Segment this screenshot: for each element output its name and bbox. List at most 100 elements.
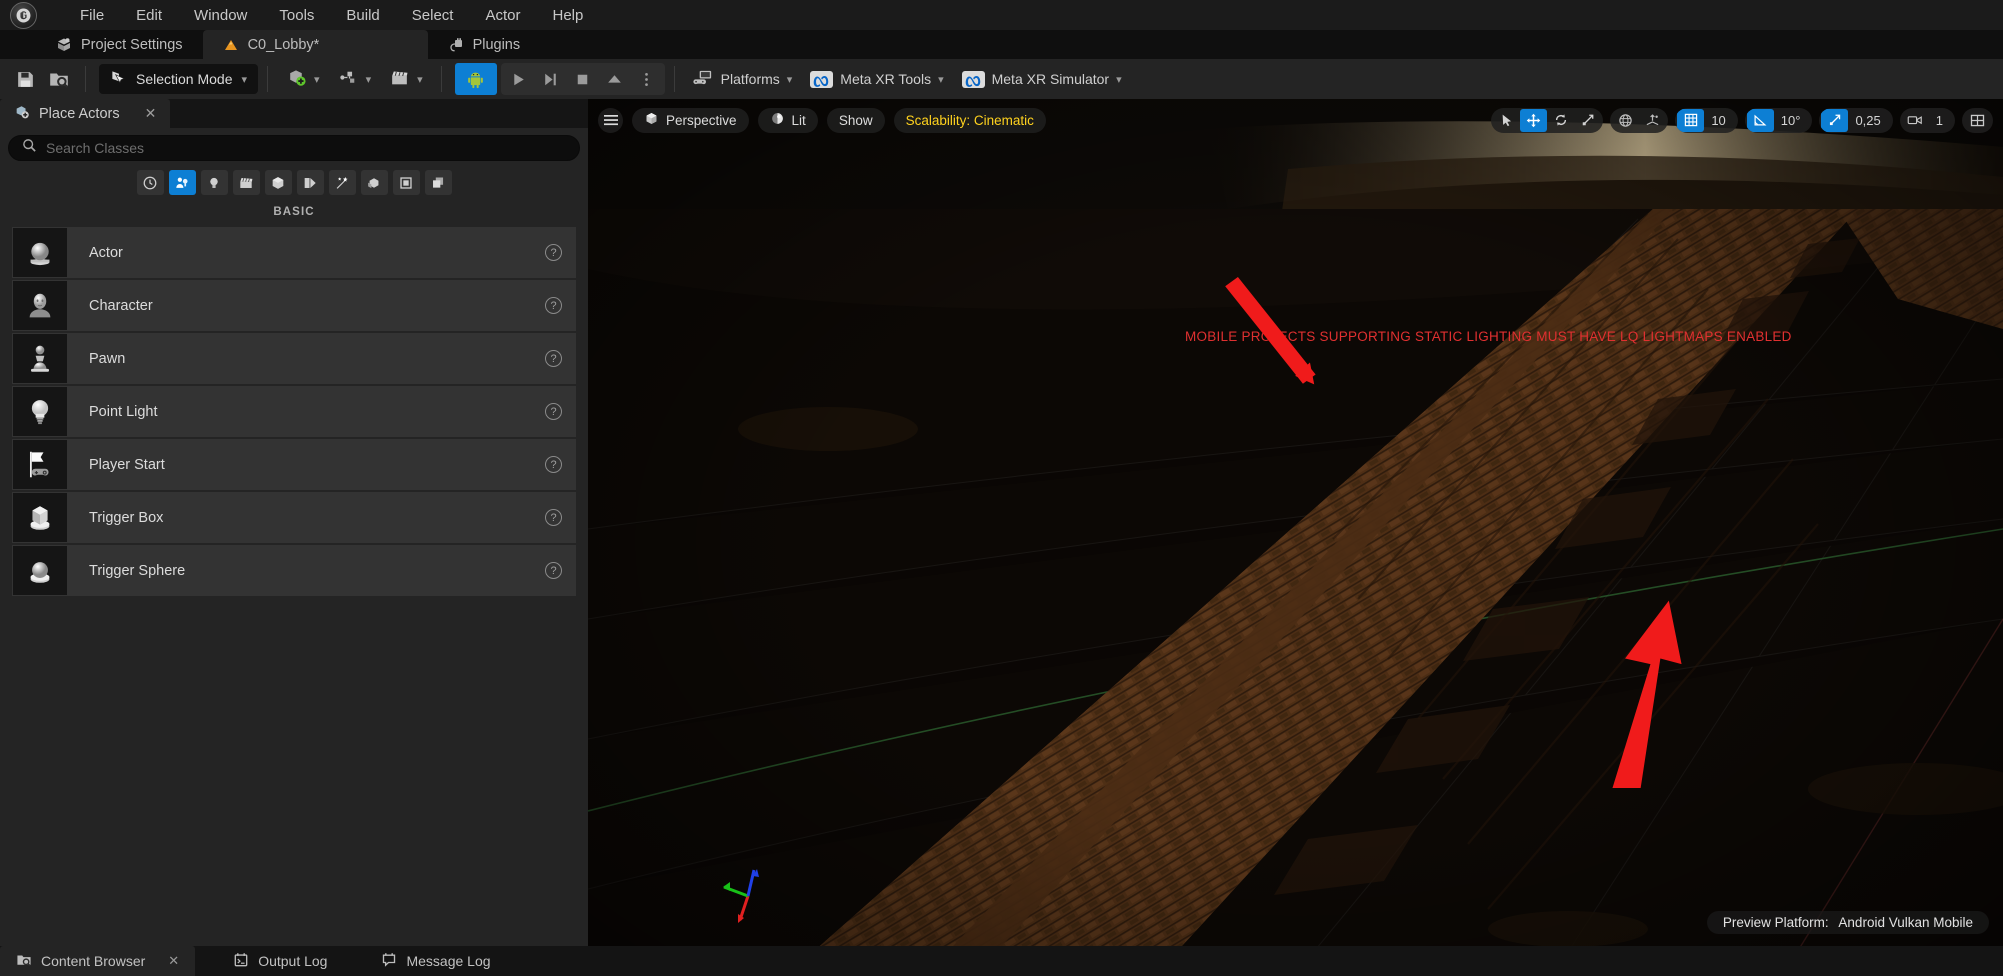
tab-output-log[interactable]: Output Log [217, 946, 343, 976]
status-tab-label: Message Log [406, 953, 491, 969]
show-menu-button[interactable]: Show [826, 107, 885, 133]
meta-xr-tools-button[interactable]: Meta XR Tools ▾ [801, 64, 952, 94]
grid-snap-value[interactable]: 10 [1704, 113, 1735, 128]
stop-button[interactable] [567, 64, 599, 94]
tab-project-settings[interactable]: Project Settings [0, 30, 203, 59]
help-icon[interactable]: ? [545, 562, 562, 579]
selection-mode-button[interactable]: Selection Mode ▾ [99, 64, 259, 94]
menu-edit[interactable]: Edit [120, 3, 178, 28]
tab-label: Project Settings [81, 36, 183, 53]
cube-icon[interactable] [264, 170, 292, 195]
message-log-icon [381, 952, 397, 971]
browse-content-button[interactable] [42, 64, 76, 94]
tab-content-browser[interactable]: Content Browser ✕ [0, 946, 196, 976]
more-options-button[interactable] [631, 64, 663, 94]
blueprints-icon [338, 67, 359, 91]
platforms-button[interactable]: Platforms ▾ [684, 64, 802, 94]
help-icon[interactable]: ? [545, 509, 562, 526]
status-tab-label: Output Log [258, 953, 328, 969]
menu-file[interactable]: File [64, 3, 120, 28]
add-actor-button[interactable]: ▾ [277, 64, 329, 94]
help-icon[interactable]: ? [545, 456, 562, 473]
surface-snap-icon[interactable] [1639, 109, 1666, 132]
rotate-icon[interactable] [1547, 109, 1574, 132]
static-lighting-warning: MOBILE PROJECTS SUPPORTING STATIC LIGHTI… [1185, 329, 1792, 344]
list-item-pawn[interactable]: Pawn ? [12, 333, 576, 384]
menu-tools[interactable]: Tools [263, 3, 330, 28]
angle-snap-icon[interactable] [1746, 108, 1774, 132]
tab-c0-lobby[interactable]: C0_Lobby* [202, 30, 428, 59]
search-box[interactable] [8, 135, 580, 161]
cinematics-button[interactable]: ▾ [380, 64, 432, 94]
recently-placed-icon[interactable] [136, 170, 164, 195]
meta-xr-simulator-button[interactable]: Meta XR Simulator ▾ [953, 64, 1131, 94]
editor-body: Place Actors ✕ Search Classes BASIC Acto… [0, 99, 2003, 946]
tab-message-log[interactable]: Message Log [365, 946, 506, 976]
list-item-trigger-box[interactable]: Trigger Box ? [12, 492, 576, 543]
content-browser-icon [16, 952, 32, 971]
scale-snap-value[interactable]: 0,25 [1848, 113, 1890, 128]
camera-mode-button[interactable]: Perspective [632, 107, 749, 133]
light-bulb-icon[interactable] [200, 170, 228, 195]
tab-plugins[interactable]: Plugins [428, 30, 541, 59]
basic-shapes-icon[interactable] [168, 170, 196, 195]
viewport-toolbar: Perspective Lit Show Scalability: Cinema… [598, 107, 1993, 133]
camera-speed-icon[interactable] [1902, 109, 1929, 132]
globe-icon[interactable] [1612, 109, 1639, 132]
menu-select[interactable]: Select [396, 3, 470, 28]
list-item-character[interactable]: Character ? [12, 280, 576, 331]
eject-button[interactable] [599, 64, 631, 94]
meta-xr-simulator-label: Meta XR Simulator [991, 71, 1110, 87]
cursor-arrow-icon[interactable] [1493, 109, 1520, 132]
toolbar-divider [267, 66, 269, 92]
search-input[interactable] [46, 140, 566, 156]
scalability-button[interactable]: Scalability: Cinematic [893, 107, 1046, 133]
viewport-menu-icon[interactable] [598, 107, 623, 133]
scale-icon[interactable] [1574, 109, 1601, 132]
tab-label: Plugins [472, 36, 521, 53]
view-mode-label: Lit [791, 112, 806, 128]
menu-build[interactable]: Build [330, 3, 395, 28]
help-icon[interactable]: ? [545, 350, 562, 367]
move-arrows-icon[interactable] [1520, 108, 1548, 132]
stacked-icon[interactable] [424, 170, 452, 195]
list-item-actor[interactable]: Actor ? [12, 227, 576, 278]
viewport-layout-icon[interactable] [1964, 109, 1991, 132]
scale-snap-icon[interactable] [1821, 108, 1849, 132]
list-item-trigger-sphere[interactable]: Trigger Sphere ? [12, 545, 576, 596]
grid-snap-icon[interactable] [1677, 108, 1705, 132]
visual-effects-icon[interactable] [296, 170, 324, 195]
preview-platform-value: Android Vulkan Mobile [1838, 915, 1973, 930]
help-icon[interactable]: ? [545, 297, 562, 314]
help-icon[interactable]: ? [545, 403, 562, 420]
save-button[interactable] [8, 64, 42, 94]
view-mode-button[interactable]: Lit [757, 107, 818, 133]
android-platform-button[interactable] [454, 63, 497, 95]
unreal-engine-logo-icon[interactable] [0, 0, 46, 30]
menu-window[interactable]: Window [178, 3, 263, 28]
blueprints-button[interactable]: ▾ [329, 64, 381, 94]
menu-actor[interactable]: Actor [469, 3, 536, 28]
help-icon[interactable]: ? [545, 244, 562, 261]
square-icon[interactable] [392, 170, 420, 195]
step-button[interactable] [535, 64, 567, 94]
list-item-player-start[interactable]: Player Start ? [12, 439, 576, 490]
camera-speed-value[interactable]: 1 [1929, 113, 1953, 128]
level-viewport[interactable]: Perspective Lit Show Scalability: Cinema… [588, 99, 2003, 946]
viewport-right-controls: 10 10° 0,25 1 [1491, 107, 1993, 133]
clapperboard-icon[interactable] [232, 170, 260, 195]
tab-label: C0_Lobby* [247, 36, 320, 53]
list-item-point-light[interactable]: Point Light ? [12, 386, 576, 437]
preview-platform-indicator[interactable]: Preview Platform: Android Vulkan Mobile [1706, 911, 1989, 934]
close-icon[interactable]: ✕ [145, 105, 157, 122]
list-item-label: Trigger Box [89, 509, 164, 526]
magic-wand-icon[interactable] [328, 170, 356, 195]
layers-icon[interactable] [360, 170, 388, 195]
play-button[interactable] [503, 64, 535, 94]
angle-snap-value[interactable]: 10° [1774, 113, 1811, 128]
viewport-left-controls: Perspective Lit Show Scalability: Cinema… [598, 107, 1046, 133]
tab-place-actors[interactable]: Place Actors ✕ [0, 99, 171, 128]
close-icon[interactable]: ✕ [168, 953, 179, 969]
status-tab-bar: Content Browser ✕ Output Log Message Log [0, 946, 2003, 976]
menu-help[interactable]: Help [537, 3, 600, 28]
